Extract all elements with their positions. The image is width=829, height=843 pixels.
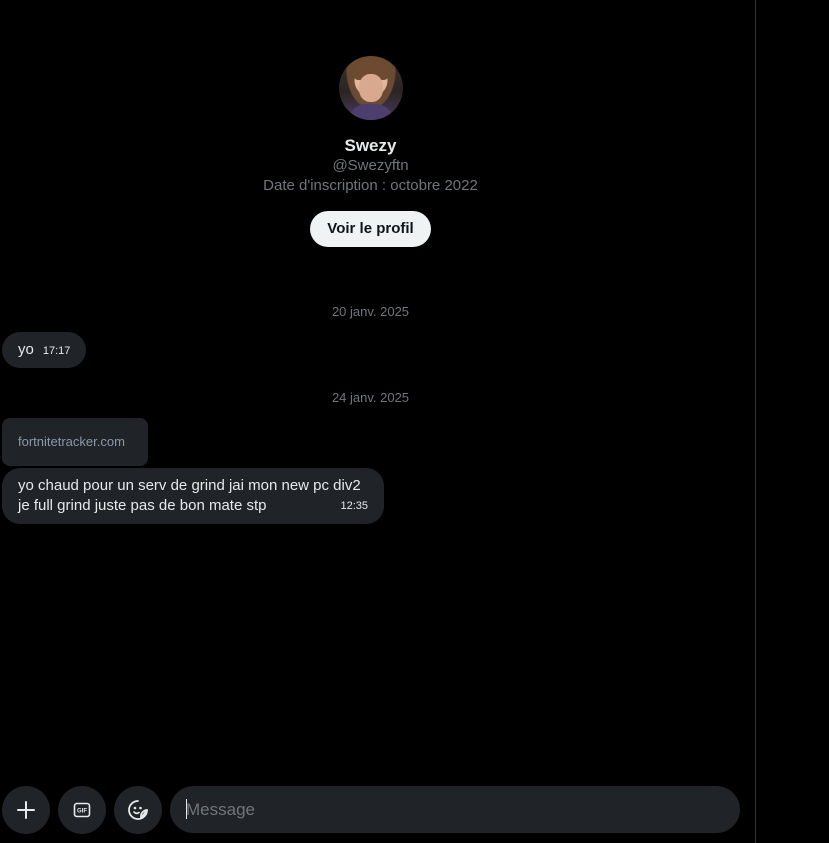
view-profile-button[interactable]: Voir le profil — [310, 211, 431, 247]
message-bubble[interactable]: yo chaud pour un serv de grind jai mon n… — [2, 468, 384, 524]
message-text: yo — [18, 341, 34, 358]
message-composer: GIF — [0, 785, 756, 834]
message-time: 17:17 — [42, 345, 71, 357]
emoji-button[interactable] — [114, 786, 162, 834]
profile-name: Swezy — [344, 136, 397, 155]
message-bubble[interactable]: yo 17:17 — [2, 332, 87, 368]
message-text-line: yo chaud pour un serv de grind jai mon n… — [18, 477, 361, 494]
svg-text:GIF: GIF — [77, 809, 87, 815]
profile-header: Swezy @Swezyftn Date d'inscription : oct… — [0, 56, 741, 247]
join-date: Date d'inscription : octobre 2022 — [263, 177, 478, 194]
text-caret — [186, 799, 187, 819]
emoji-icon — [128, 800, 148, 820]
profile-handle: @Swezyftn — [332, 157, 409, 174]
plus-icon — [17, 801, 35, 819]
message-text-line: je full grind juste pas de bon mate stp — [18, 497, 267, 514]
add-media-button[interactable] — [2, 786, 50, 834]
date-separator: 20 janv. 2025 — [331, 304, 410, 319]
gif-button[interactable]: GIF — [58, 786, 106, 834]
date-separator: 24 janv. 2025 — [331, 390, 410, 405]
dm-app: Swezy @Swezyftn Date d'inscription : oct… — [0, 0, 829, 843]
conversation-panel: Swezy @Swezyftn Date d'inscription : oct… — [0, 0, 756, 843]
gif-icon: GIF — [73, 802, 91, 818]
message-input[interactable] — [170, 786, 740, 833]
avatar[interactable] — [338, 56, 403, 120]
message-time: 12:35 — [340, 500, 368, 512]
link-preview-card[interactable]: fortnitetracker.com — [2, 418, 148, 466]
